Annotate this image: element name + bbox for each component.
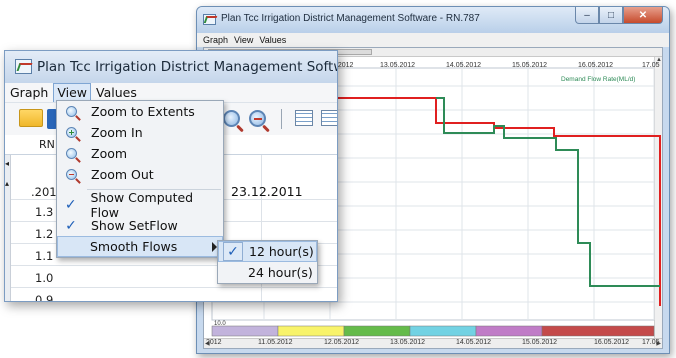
menu-item-zoom-in[interactable]: Zoom In [57,122,223,143]
table-view-icon[interactable] [295,110,313,126]
zoom-out-icon[interactable] [249,110,266,127]
table-export-icon[interactable] [321,110,337,126]
axis-top-tick-label: 13.05.2012 [380,62,415,69]
submenu-item-24-hours[interactable]: 24 hour(s) [218,262,317,283]
axis-bottom-tick-label: 2012 [206,339,222,344]
zoom-out-icon [65,169,77,180]
axis-bottom-tick-label: 13.05.2012 [390,339,425,344]
menu-item-show-computed-flow[interactable]: ✓ Show Computed Flow [57,190,223,220]
table-cell: 1.3 [35,205,54,219]
axis-top-tick-label: 14.05.2012 [446,62,481,69]
table-cell: 1.0 [35,271,54,285]
menu-item-show-setflow[interactable]: ✓ Show SetFlow [57,215,223,236]
submenu-item-12-hours[interactable]: ✓ 12 hour(s) [218,241,317,262]
axis-bottom-tick-label: 12.05.2012 [324,339,359,344]
menu-item-label: Zoom Out [91,167,154,182]
app-chart-icon [203,14,216,25]
menu-graph[interactable]: Graph [5,84,53,102]
table-cell: .201 [31,185,57,199]
collapse-arrow-icon[interactable]: ◂ [5,159,9,168]
menu-item-smooth-flows[interactable]: Smooth Flows [57,236,223,257]
table-cell: 1.1 [35,249,54,263]
submenu-item-label: 12 hour(s) [249,244,314,259]
axis-top-tick-label: 16.05.2012 [578,62,613,69]
axis-bottom-tick-label: 11.05.2012 [258,339,293,344]
zoom-extents-icon [65,106,77,117]
period-band [211,325,279,337]
period-band [409,325,477,337]
open-folder-icon[interactable] [19,109,43,127]
grid-row-gutter[interactable] [5,155,11,301]
axis-bottom-tick-label: 14.05.2012 [456,339,491,344]
zoom-in-icon [65,127,77,138]
close-button[interactable]: ✕ [623,7,663,24]
period-band [475,325,543,337]
period-band [277,325,345,337]
front-window-title: Plan Tcc Irrigation District Management … [37,59,337,75]
back-menu-values[interactable]: Values [259,35,286,45]
checkmark-icon: ✓ [64,196,77,213]
expand-arrow-icon[interactable]: ▴ [5,179,9,188]
menu-item-label: Zoom In [91,125,143,140]
period-band [541,325,655,337]
smooth-flows-submenu: ✓ 12 hour(s) 24 hour(s) [217,240,318,284]
window-controls: – □ ✕ [575,7,663,24]
table-cell: 1.2 [35,227,54,241]
tab-rn[interactable]: RN [39,138,55,151]
checkmark-icon: ✓ [227,243,239,260]
menu-item-zoom-out[interactable]: Zoom Out [57,164,223,185]
menu-item-label: Show SetFlow [91,218,178,233]
band-value-label: 10.0 [214,321,226,327]
period-band [343,325,411,337]
axis-bottom-tick-label: 17.05 [642,339,660,344]
menu-item-zoom[interactable]: Zoom [57,143,223,164]
zoom-icon[interactable] [223,110,240,127]
maximize-button[interactable]: □ [599,7,623,24]
toolbar-separator [281,109,282,129]
view-menu-dropdown: Zoom to Extents Zoom In Zoom Zoom Out ✓ … [56,100,224,258]
menu-item-label: Smooth Flows [90,239,178,254]
grid-line [11,287,337,288]
back-title-bar[interactable]: Plan Tcc Irrigation District Management … [197,7,669,33]
legend-label: Demand Flow Rate(ML/d) [561,76,635,83]
checkmark-icon: ✓ [65,217,77,234]
menu-item-label: Zoom [91,146,128,161]
menu-item-zoom-to-extents[interactable]: Zoom to Extents [57,101,223,122]
back-menu-view[interactable]: View [234,35,253,45]
front-title-bar[interactable]: Plan Tcc Irrigation District Management … [5,51,337,83]
date-cell: 23.12.2011 [231,184,303,199]
back-window-title: Plan Tcc Irrigation District Management … [221,13,480,24]
back-menubar: Graph View Values [197,33,669,47]
axis-bottom-tick-label: 15.05.2012 [522,339,557,344]
axis-top-tick-label: 17.05 [642,62,660,69]
submenu-item-label: 24 hour(s) [248,265,313,280]
back-menu-graph[interactable]: Graph [203,35,228,45]
app-chart-icon [15,59,32,74]
table-cell: 0.9 [35,293,54,302]
menu-item-label: Zoom to Extents [91,104,195,119]
zoom-icon [65,148,77,159]
menu-values[interactable]: Values [91,84,142,102]
axis-top-tick-label: 15.05.2012 [512,62,547,69]
minimize-button[interactable]: – [575,7,599,24]
axis-bottom-tick-label: 16.05.2012 [594,339,629,344]
